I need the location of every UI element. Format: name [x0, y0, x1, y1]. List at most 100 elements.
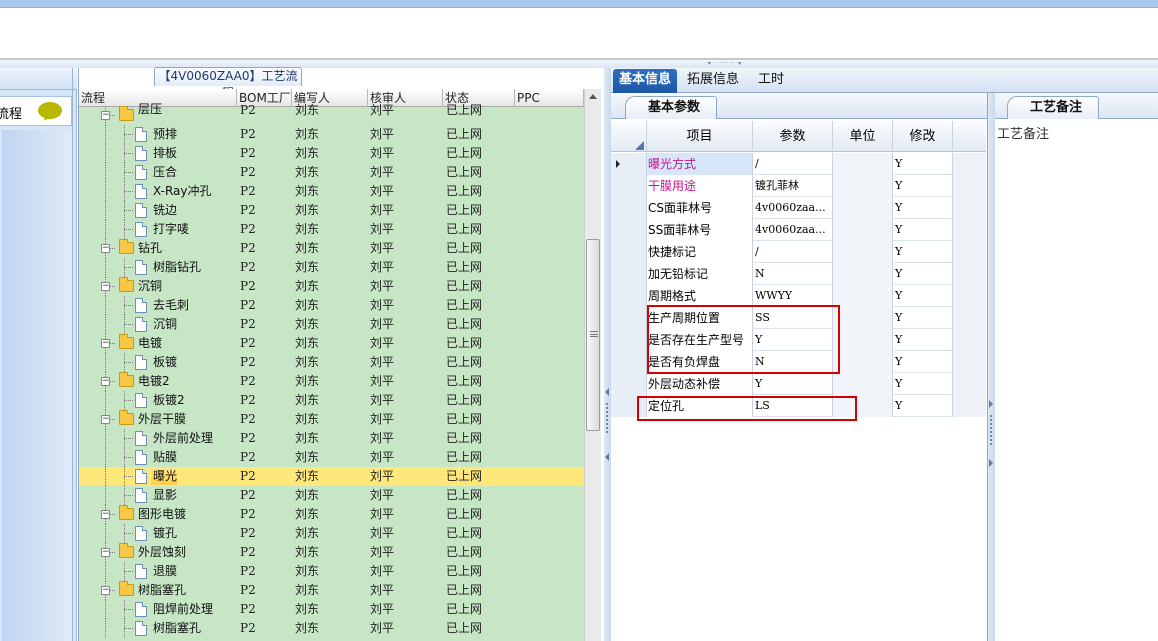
tree-row[interactable]: 铣边 P2 刘东 刘平 已上网 [79, 201, 584, 220]
cell-status: 已上网 [446, 583, 483, 597]
param-row[interactable]: CS面菲林号 4v0060zaa... Y [611, 197, 986, 219]
param-modify-flag: Y [893, 395, 953, 417]
param-value[interactable]: / [753, 241, 833, 263]
tree-row[interactable]: 显影 P2 刘东 刘平 已上网 [79, 486, 584, 505]
tree-row[interactable]: 树脂钻孔 P2 刘东 刘平 已上网 [79, 258, 584, 277]
collapse-icon[interactable]: − [101, 548, 110, 557]
cell-status: 已上网 [446, 374, 483, 388]
param-value[interactable]: / [753, 153, 833, 175]
row-indicator[interactable] [611, 197, 647, 219]
document-icon [135, 222, 147, 237]
tree-row[interactable]: 去毛刺 P2 刘东 刘平 已上网 [79, 296, 584, 315]
collapse-icon[interactable]: − [101, 415, 110, 424]
param-value[interactable]: 4v0060zaa... [753, 197, 833, 219]
splitter-grip-icon[interactable]: ▾ ······· ▾ [693, 61, 757, 67]
scroll-up-arrow-icon[interactable] [589, 94, 597, 99]
param-row[interactable]: 干膜用途 镀孔菲林 Y [611, 175, 986, 197]
nav-item-process[interactable]: 流程 [0, 96, 72, 126]
param-unit [833, 285, 893, 307]
col-header-param[interactable]: 参数 [753, 121, 833, 152]
param-value[interactable]: Y [753, 373, 833, 395]
tab-work-hours[interactable]: 工时 [752, 69, 790, 93]
tree-row[interactable]: 压合 P2 刘东 刘平 已上网 [79, 163, 584, 182]
row-indicator[interactable] [611, 307, 647, 329]
tree-row[interactable]: − 外层干膜 P2 刘东 刘平 已上网 [79, 410, 584, 429]
tree-scrollbar[interactable] [584, 89, 601, 641]
tree-row[interactable]: X-Ray冲孔 P2 刘东 刘平 已上网 [79, 182, 584, 201]
tab-basic-info[interactable]: 基本信息 [613, 69, 678, 93]
tree-row[interactable]: 外层前处理 P2 刘东 刘平 已上网 [79, 429, 584, 448]
collapse-icon[interactable]: − [101, 339, 110, 348]
cell-author: 刘东 [295, 184, 320, 198]
param-value[interactable]: N [753, 263, 833, 285]
cell-author: 刘东 [295, 507, 320, 521]
param-row[interactable]: 曝光方式 / Y [611, 153, 986, 175]
document-icon [135, 393, 147, 408]
col-header-modify[interactable]: 修改 [893, 121, 953, 152]
cell-author: 刘东 [295, 469, 320, 483]
param-value[interactable]: WWYY [753, 285, 833, 307]
param-item: CS面菲林号 [647, 197, 753, 219]
param-row[interactable]: 外层动态补偿 Y Y [611, 373, 986, 395]
row-indicator[interactable] [611, 241, 647, 263]
tree-row[interactable]: 打字唛 P2 刘东 刘平 已上网 [79, 220, 584, 239]
document-icon [135, 260, 147, 275]
param-row[interactable]: 快捷标记 / Y [611, 241, 986, 263]
row-indicator[interactable] [611, 219, 647, 241]
tree-row[interactable]: 预排 P2 刘东 刘平 已上网 [79, 125, 584, 144]
vertical-splitter-left[interactable] [604, 68, 611, 641]
tree-row[interactable]: 退膜 P2 刘东 刘平 已上网 [79, 562, 584, 581]
collapse-icon[interactable]: − [101, 282, 110, 291]
row-indicator[interactable] [611, 263, 647, 285]
tree-row[interactable]: 沉铜 P2 刘东 刘平 已上网 [79, 315, 584, 334]
row-indicator[interactable] [611, 351, 647, 373]
collapse-icon[interactable]: − [101, 510, 110, 519]
collapse-icon[interactable]: − [101, 244, 110, 253]
tree-row[interactable]: − 外层蚀刻 P2 刘东 刘平 已上网 [79, 543, 584, 562]
process-tree-grid[interactable]: 流程 BOM工厂 编写人 核审人 状态 PPC − 层压 P2 刘东 刘平 已上网 预排 P2… [79, 89, 584, 641]
basic-params-tab[interactable]: 基本参数 [625, 96, 718, 119]
collapse-icon[interactable]: − [101, 111, 110, 120]
param-row[interactable]: 加无铅标记 N Y [611, 263, 986, 285]
collapse-icon[interactable]: − [101, 586, 110, 595]
notes-tab[interactable]: 工艺备注 [1007, 96, 1100, 119]
tree-row[interactable]: − 树脂塞孔 P2 刘东 刘平 已上网 [79, 581, 584, 600]
param-value[interactable]: 镀孔菲林 [753, 175, 833, 197]
collapse-icon[interactable]: − [101, 377, 110, 386]
vertical-splitter-right[interactable] [988, 93, 995, 641]
tree-row[interactable]: 板镀2 P2 刘东 刘平 已上网 [79, 391, 584, 410]
tree-row[interactable]: − 电镀2 P2 刘东 刘平 已上网 [79, 372, 584, 391]
row-indicator[interactable] [611, 153, 647, 175]
cell-author: 刘东 [295, 260, 320, 274]
tree-row[interactable]: 贴膜 P2 刘东 刘平 已上网 [79, 448, 584, 467]
tab-extended-info[interactable]: 拓展信息 [681, 69, 745, 93]
tree-row[interactable]: − 电镀 P2 刘东 刘平 已上网 [79, 334, 584, 353]
scroll-thumb[interactable] [586, 239, 600, 431]
col-header-unit[interactable]: 单位 [833, 121, 893, 152]
tree-row[interactable]: 镀孔 P2 刘东 刘平 已上网 [79, 524, 584, 543]
tree-row[interactable]: − 钻孔 P2 刘东 刘平 已上网 [79, 239, 584, 258]
cell-factory: P2 [240, 241, 256, 255]
tree-row[interactable]: − 图形电镀 P2 刘东 刘平 已上网 [79, 505, 584, 524]
document-icon [135, 602, 147, 617]
tree-row[interactable]: 阻焊前处理 P2 刘东 刘平 已上网 [79, 600, 584, 619]
row-indicator[interactable] [611, 175, 647, 197]
tree-row[interactable]: − 沉铜 P2 刘东 刘平 已上网 [79, 277, 584, 296]
tree-row[interactable]: 树脂塞孔 P2 刘东 刘平 已上网 [79, 619, 584, 638]
param-row[interactable]: SS面菲林号 4v0060zaa... Y [611, 219, 986, 241]
param-modify-flag: Y [893, 153, 953, 175]
cell-status: 已上网 [446, 469, 483, 483]
row-indicator[interactable] [611, 329, 647, 351]
tree-row[interactable]: 排板 P2 刘东 刘平 已上网 [79, 144, 584, 163]
col-header-item[interactable]: 项目 [647, 121, 753, 152]
tree-row[interactable]: − 层压 P2 刘东 刘平 已上网 [79, 102, 584, 125]
tree-row[interactable]: 曝光 P2 刘东 刘平 已上网 [79, 467, 584, 486]
param-value[interactable]: 4v0060zaa... [753, 219, 833, 241]
cell-status: 已上网 [446, 336, 483, 350]
tree-row[interactable]: 板镀 P2 刘东 刘平 已上网 [79, 353, 584, 372]
param-row[interactable]: 周期格式 WWYY Y [611, 285, 986, 307]
col-header-ppc[interactable]: PPC [515, 89, 584, 107]
param-modify-flag: Y [893, 373, 953, 395]
row-indicator[interactable] [611, 373, 647, 395]
row-indicator[interactable] [611, 285, 647, 307]
